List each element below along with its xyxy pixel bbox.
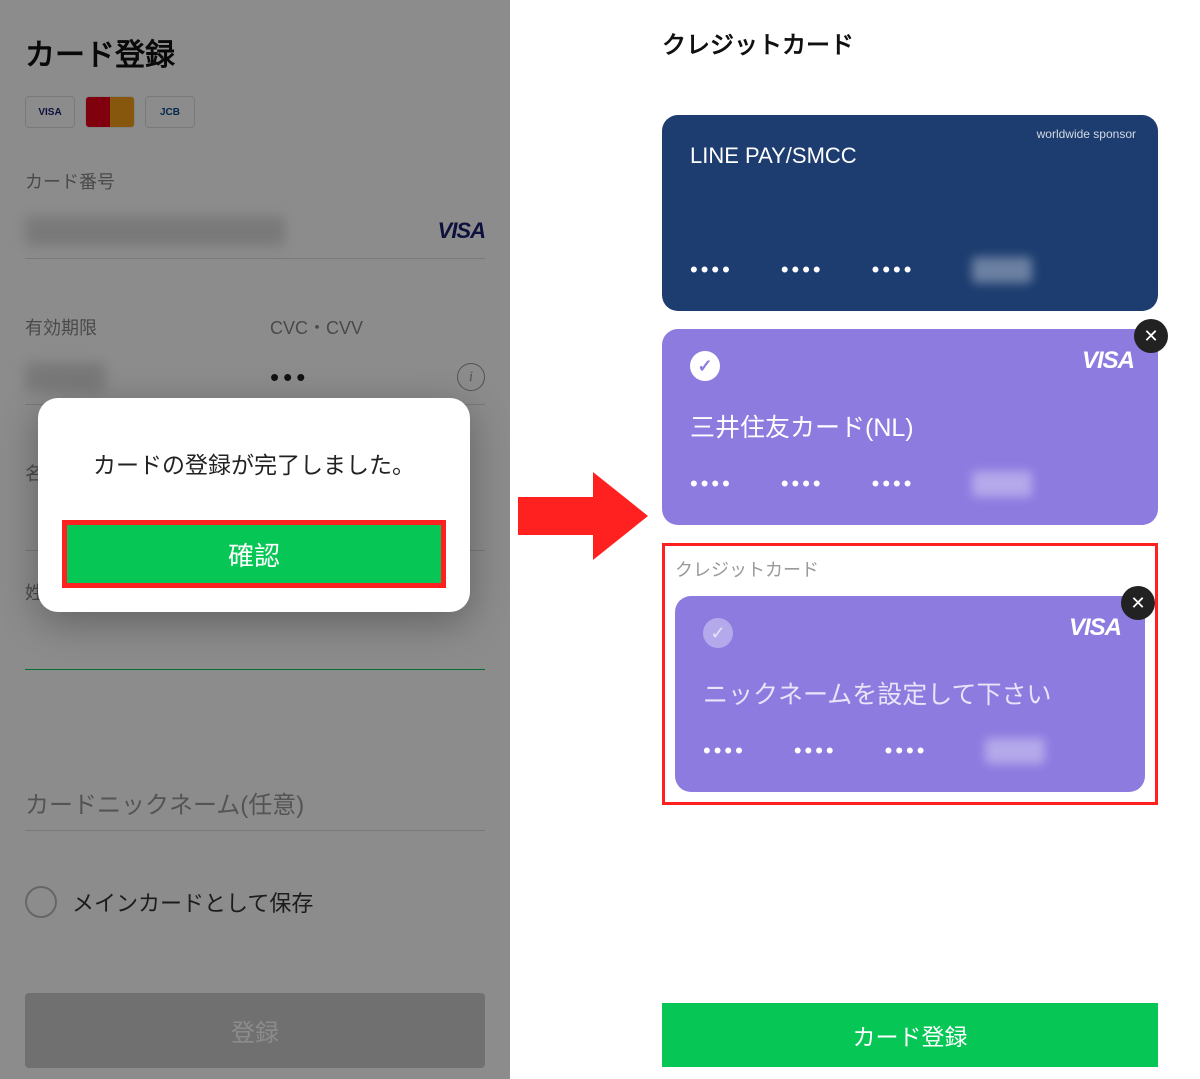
card-last4-blurred — [985, 738, 1045, 764]
screen-title: クレジットカード — [662, 25, 1158, 60]
card-number-masked: •••• •••• •••• — [690, 471, 1130, 497]
visa-icon: VISA — [1069, 614, 1121, 642]
sponsor-label: worldwide sponsor — [1037, 127, 1136, 141]
card-name: 三井住友カード(NL) — [690, 408, 914, 444]
credit-card-item[interactable]: worldwide sponsor LINE PAY/SMCC •••• •••… — [662, 115, 1158, 311]
credit-card-item[interactable]: VISA ✓ 三井住友カード(NL) •••• •••• •••• — [662, 329, 1158, 525]
card-nickname-placeholder: ニックネームを設定して下さい — [703, 675, 1052, 711]
credit-card-item[interactable]: VISA ✓ ニックネームを設定して下さい •••• •••• •••• — [675, 596, 1145, 792]
section-label: クレジットカード — [675, 556, 1145, 582]
card-register-button[interactable]: カード登録 — [662, 1003, 1158, 1067]
dialog-message: カードの登録が完了しました。 — [62, 446, 446, 480]
card-number-masked: •••• •••• •••• — [690, 257, 1130, 283]
confirm-button[interactable]: 確認 — [62, 520, 446, 588]
check-icon: ✓ — [703, 618, 733, 648]
confirmation-dialog: カードの登録が完了しました。 確認 — [38, 398, 470, 612]
arrow-icon — [518, 472, 650, 560]
card-last4-blurred — [972, 257, 1032, 283]
visa-icon: VISA — [1082, 347, 1134, 375]
check-icon: ✓ — [690, 351, 720, 381]
close-icon[interactable]: ✕ — [1134, 319, 1168, 353]
card-name: LINE PAY/SMCC — [690, 143, 1130, 169]
card-number-masked: •••• •••• •••• — [703, 738, 1117, 764]
highlighted-section: クレジットカード ✕ VISA ✓ ニックネームを設定して下さい •••• ••… — [662, 543, 1158, 805]
card-last4-blurred — [972, 471, 1032, 497]
close-icon[interactable]: ✕ — [1121, 586, 1155, 620]
card-register-form: カード登録 VISA JCB カード番号 VISA 有効期限 CVC・CVV — [0, 0, 510, 1079]
